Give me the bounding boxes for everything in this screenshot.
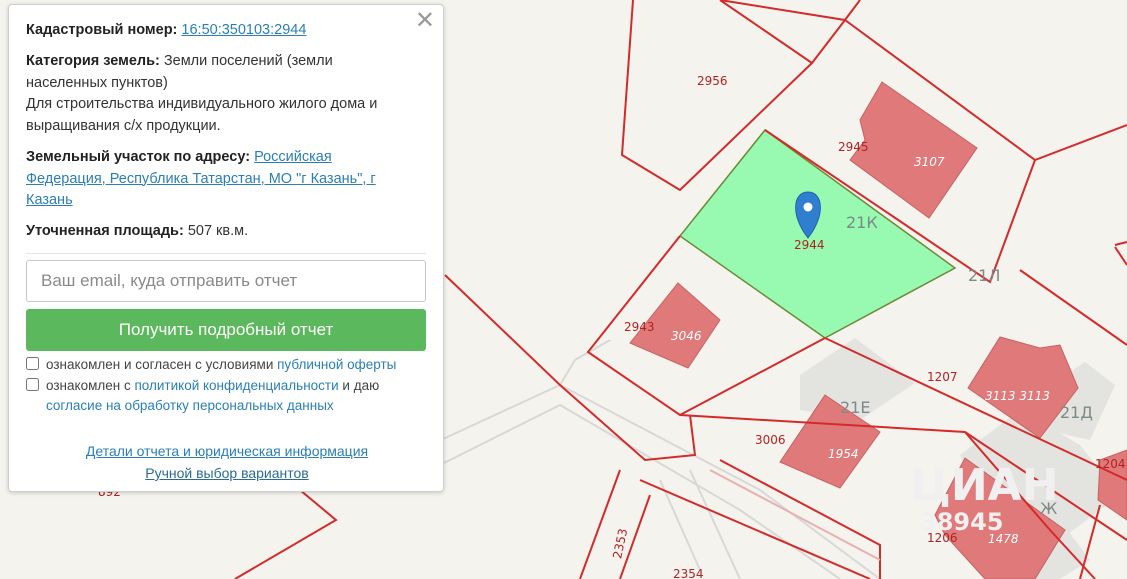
building-label: 1954 [828,447,859,461]
parcel-label: 2943 [624,320,655,334]
address-link-end[interactable]: Казань [26,192,73,208]
consent-privacy-text: ознакомлен с [46,378,131,393]
building-label: 3113 3113 [985,389,1050,403]
get-report-button[interactable]: Получить подробный отчет [26,309,426,351]
parcel-label: 2353 [610,527,630,560]
consent-privacy-checkbox[interactable] [26,378,39,391]
parcel-label: 1207 [927,370,958,384]
area-label: Уточненная площадь: [26,223,184,239]
parcel-label: 1206 [927,531,958,545]
building-label: 3046 [671,329,702,343]
address-link-cont[interactable]: Федерация, Республика Татарстан, МО "г К… [26,171,376,187]
public-offer-link[interactable]: публичной оферты [277,357,396,372]
report-details-link[interactable]: Детали отчета и юридическая информация [86,443,368,459]
address-row: Земельный участок по адресу: Российская … [26,147,401,212]
address-label: 21Л [968,266,1000,285]
land-purpose-cont: выращивания с/х продукции. [26,117,221,134]
parcel-info-panel: ✕ Кадастровый номер: 16:50:350103:2944 К… [8,4,444,492]
email-input[interactable] [26,260,426,302]
cadastral-number-link[interactable]: 16:50:350103:2944 [181,22,306,38]
parcel-label: 2354 [673,567,704,579]
personal-data-consent-link[interactable]: согласие на обработку персональных данны… [46,398,334,413]
address-label: Земельный участок по адресу: [26,149,251,165]
close-icon[interactable]: ✕ [415,9,435,33]
divider [26,253,426,254]
manual-selection-link[interactable]: Ручной выбор вариантов [145,465,309,481]
land-purpose: Для строительства индивидуального жилого… [26,96,378,112]
consent-privacy-row: ознакомлен с политикой конфиденциальност… [26,376,426,416]
parcel-label: 2945 [838,140,869,154]
building-label: 3107 [914,155,945,169]
consent-offer-text: ознакомлен и согласен с условиями [46,357,274,372]
parcel-label: 2956 [697,74,728,88]
consent-offer-checkbox[interactable] [26,357,39,370]
cadastral-number-label: Кадастровый номер: [26,22,178,38]
address-label: 21Е [840,398,870,417]
area-value: 507 кв.м. [187,223,249,239]
land-category-label: Категория земель: [26,53,160,69]
consent-privacy-and: и даю [342,378,380,393]
watermark: ЦИАН [910,460,1059,511]
land-category-value-cont: населенных пунктов) [26,74,168,91]
address-label: 21К [846,213,878,232]
address-label: 21Д [1060,403,1093,422]
selected-parcel-label: 2944 [794,238,825,252]
land-category-row: Категория земель: Земли поселений (земли… [26,51,401,137]
parcel-label: 1204 [1095,457,1126,471]
cadastral-number-row: Кадастровый номер: 16:50:350103:2944 [26,20,401,42]
address-link[interactable]: Российская [254,149,332,165]
address-label: Ж [1040,499,1057,518]
area-row: Уточненная площадь: 507 кв.м. [26,221,401,243]
parcel-label: 3006 [755,433,786,447]
consent-offer-row: ознакомлен и согласен с условиями публич… [26,355,426,375]
manual-selection-row: Ручной выбор вариантов [9,465,445,481]
privacy-policy-link[interactable]: политикой конфиденциальности [134,378,338,393]
report-details-row: Детали отчета и юридическая информация [9,443,445,459]
land-category-value: Земли поселений (земли [163,53,333,69]
building-label: 1478 [988,532,1019,546]
